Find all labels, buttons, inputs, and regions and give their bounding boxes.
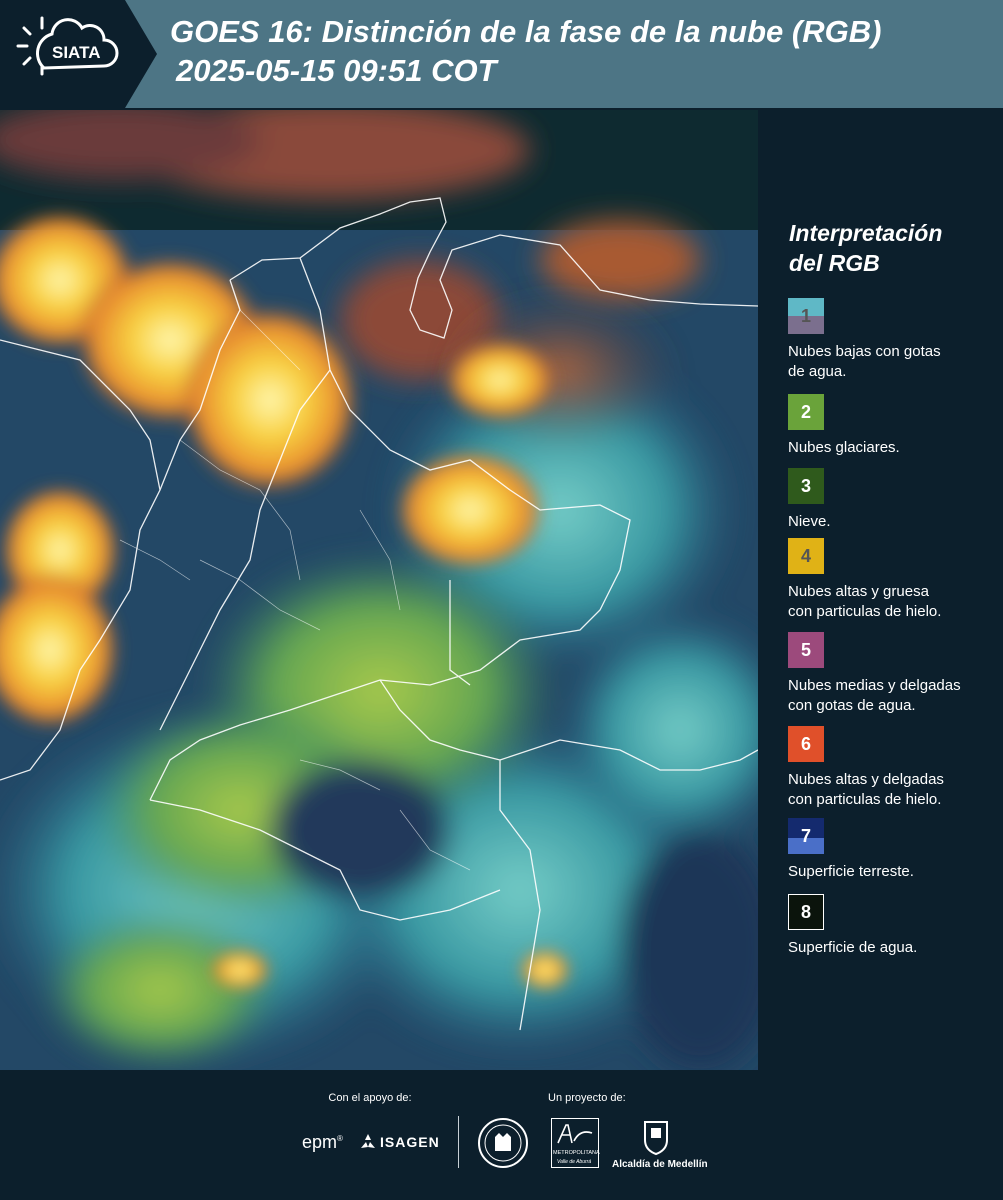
epm-logo-text: epm [302, 1132, 338, 1152]
alcaldia-logo-text: Alcaldía de Medellín [612, 1159, 708, 1170]
legend-text-6-line1: Nubes altas y delgadas [788, 771, 944, 788]
legend-text-3-line1: Nieve. [788, 513, 831, 530]
legend-swatch-7: 7 [788, 818, 824, 854]
legend-text-7: Superficie terreste. [788, 862, 1003, 882]
legend-item-2: 2 Nubes glaciares. [788, 394, 1003, 458]
footer-divider [458, 1116, 459, 1168]
satellite-rgb-image [0, 110, 758, 1070]
header-bar: SIATA GOES 16: Distinción de la fase de … [0, 0, 1003, 108]
legend-swatch-2: 2 [788, 394, 824, 430]
legend-text-4-line2: con particulas de hielo. [788, 603, 942, 620]
legend-text-5: Nubes medias y delgadas con gotas de agu… [788, 676, 1003, 716]
legend-number-4: 4 [800, 545, 811, 566]
legend-text-5-line1: Nubes medias y delgadas [788, 677, 961, 694]
legend-item-4: 4 Nubes altas y gruesa con particulas de… [788, 538, 1003, 622]
area-metropolitana-icon [557, 1124, 593, 1144]
legend-title-line1: Interpretación [789, 220, 943, 246]
legend-swatch-6: 6 [788, 726, 824, 762]
legend-item-3: 3 Nieve. [788, 468, 1003, 532]
legend-number-1: 1 [800, 305, 811, 326]
legend-number-3: 3 [800, 475, 811, 496]
legend-number-2: 2 [800, 401, 811, 422]
page-title: GOES 16: Distinción de la fase de la nub… [170, 14, 882, 49]
legend-text-1-line1: Nubes bajas con gotas [788, 343, 941, 360]
legend-swatch-3: 3 [788, 468, 824, 504]
alcaldia-coat-of-arms-icon [644, 1121, 668, 1156]
legend-text-1: Nubes bajas con gotas de agua. [788, 342, 1003, 382]
legend-number-6: 6 [800, 733, 811, 754]
satellite-image-render [0, 110, 758, 1070]
legend-title-line2: del RGB [789, 250, 880, 276]
legend-item-7: 7 Superficie terreste. [788, 818, 1003, 882]
project-label: Un proyecto de: [548, 1092, 626, 1104]
legend-item-8: 8 Superficie de agua. [788, 894, 1003, 958]
legend-panel: Interpretación del RGB 1 Nubes bajas con… [760, 110, 1003, 1070]
seal-logo [478, 1118, 528, 1168]
legend-swatch-4: 4 [788, 538, 824, 574]
legend-number-5: 5 [800, 639, 811, 660]
legend-swatch-5: 5 [788, 632, 824, 668]
legend-item-5: 5 Nubes medias y delgadas con gotas de a… [788, 632, 1003, 716]
support-label: Con el apoyo de: [328, 1092, 412, 1104]
legend-text-2-line1: Nubes glaciares. [788, 439, 900, 456]
epm-logo: epm® [302, 1132, 343, 1152]
legend-text-4: Nubes altas y gruesa con particulas de h… [788, 582, 1003, 622]
legend-text-4-line1: Nubes altas y gruesa [788, 583, 929, 600]
legend-swatch-8: 8 [788, 894, 824, 930]
siata-logo-text: SIATA [52, 43, 100, 62]
legend-item-6: 6 Nubes altas y delgadas con particulas … [788, 726, 1003, 810]
area-metropolitana-line2: Valle de Aburrá [557, 1159, 592, 1165]
legend-text-6: Nubes altas y delgadas con particulas de… [788, 770, 1003, 810]
legend-text-1-line2: de agua. [788, 363, 847, 380]
footer: Con el apoyo de: Un proyecto de: epm® IS… [0, 1070, 1003, 1200]
isagen-logo-icon [361, 1134, 375, 1148]
legend-text-8-line1: Superficie de agua. [788, 939, 918, 956]
area-metropolitana-logo: METROPOLITANA Valle de Aburrá [551, 1118, 600, 1168]
legend-text-6-line2: con particulas de hielo. [788, 791, 942, 808]
legend-text-7-line1: Superficie terreste. [788, 863, 914, 880]
siata-logo: SIATA [0, 0, 157, 108]
page-subtitle-datetime: 2025-05-15 09:51 COT [176, 53, 497, 88]
legend-text-5-line2: con gotas de agua. [788, 697, 916, 714]
legend-item-1: 1 Nubes bajas con gotas de agua. [788, 298, 1003, 382]
legend-text-8: Superficie de agua. [788, 938, 1003, 958]
legend-number-7: 7 [800, 825, 811, 846]
legend-number-8: 8 [800, 901, 811, 922]
legend-text-3: Nieve. [788, 512, 1003, 532]
legend-swatch-1: 1 [788, 298, 824, 334]
legend-text-2: Nubes glaciares. [788, 438, 1003, 458]
isagen-logo-text: ISAGEN [380, 1134, 440, 1150]
area-metropolitana-line1: METROPOLITANA [553, 1150, 600, 1156]
legend-title: Interpretación del RGB [789, 218, 989, 278]
